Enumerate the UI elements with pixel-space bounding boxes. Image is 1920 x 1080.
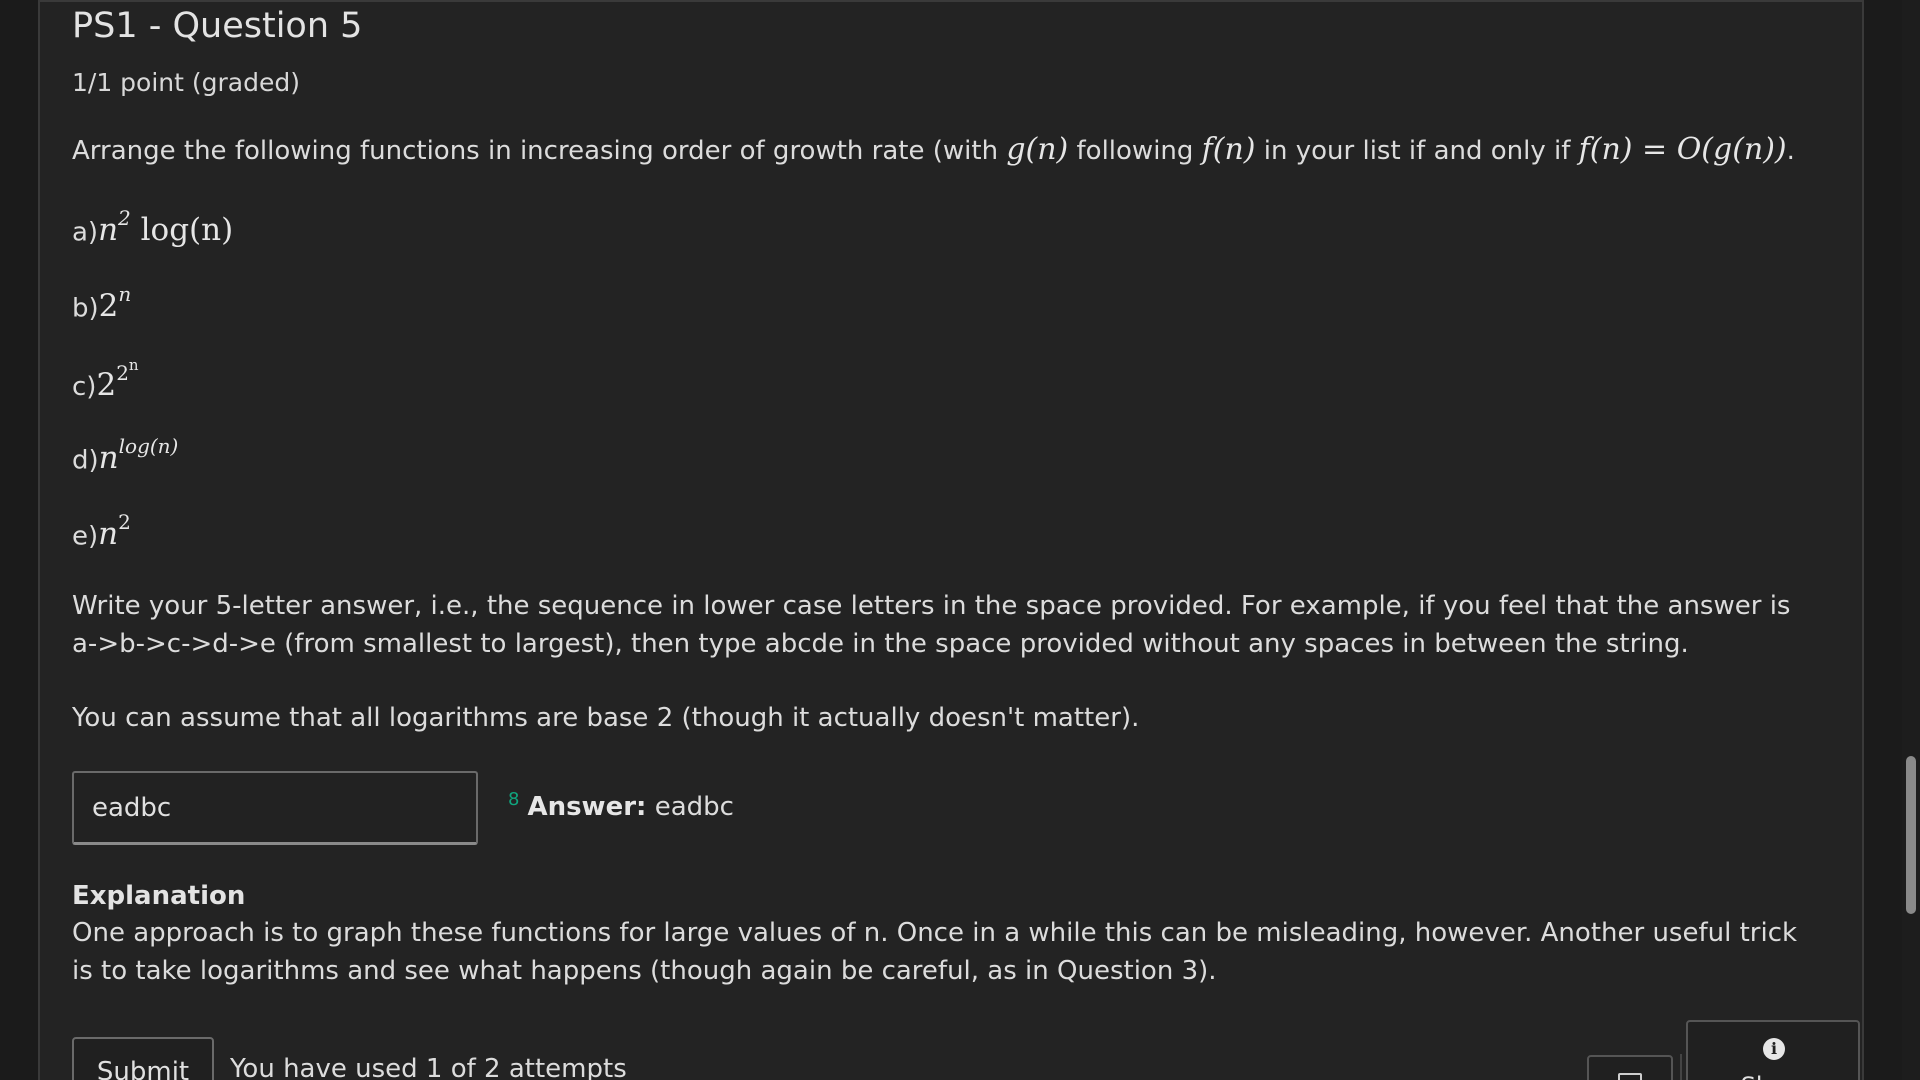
expr-exponent: 2 — [118, 510, 131, 534]
expr-exponent: log(n) — [118, 434, 179, 458]
option-label: c) — [72, 371, 97, 402]
expr-log: log(n) — [130, 212, 234, 249]
correct-answer: 8 Answer: eadbc — [508, 789, 734, 822]
log-base-note: You can assume that all logarithms are b… — [72, 703, 1140, 733]
expr-exponent-base: 2 — [116, 360, 129, 385]
prompt-text-start: Arrange the following functions in incre… — [72, 136, 1007, 166]
answer-label: Answer: — [527, 792, 647, 822]
option-expression: n2 — [98, 510, 131, 553]
explanation-title: Explanation — [72, 881, 246, 911]
option-label: e) — [72, 521, 99, 552]
save-icon — [1618, 1073, 1642, 1080]
answer-value: eadbc — [646, 792, 734, 822]
save-button[interactable] — [1587, 1055, 1673, 1080]
action-divider — [1680, 1054, 1682, 1080]
show-answer-button[interactable]: i Show — [1686, 1020, 1860, 1080]
answer-instructions: Write your 5-letter answer, i.e., the se… — [72, 591, 1791, 659]
prompt-text-end: . — [1786, 136, 1795, 166]
expr-exponent: 2 — [118, 206, 131, 230]
page: PS1 - Question 5 1/1 point (graded) Arra… — [0, 0, 1920, 1080]
option-expression: nlog(n) — [98, 434, 179, 477]
option-e: e)n2 — [72, 510, 131, 553]
problem-prompt: Arrange the following functions in incre… — [72, 132, 1795, 167]
explanation-text: One approach is to graph these functions… — [72, 918, 1798, 986]
problem-title: PS1 - Question 5 — [72, 6, 363, 46]
expr-exponent: n — [118, 282, 132, 306]
submit-button[interactable]: Submit — [72, 1037, 214, 1080]
math-g-of-n: g(n) — [1006, 132, 1069, 167]
expr-nested-exponent: n — [128, 356, 139, 374]
answer-input[interactable] — [72, 771, 478, 845]
expr-base: 2 — [98, 288, 119, 325]
problem-panel: PS1 - Question 5 1/1 point (graded) Arra… — [38, 0, 1864, 1080]
option-a: a)n2 log(n) — [72, 206, 234, 249]
page-scrollbar[interactable] — [1902, 0, 1920, 1080]
expr-base: n — [98, 212, 119, 249]
option-b: b)2n — [72, 282, 132, 325]
option-label: d) — [72, 445, 99, 476]
expr-base: n — [98, 440, 119, 477]
answer-marker: 8 — [508, 789, 520, 810]
math-big-o-relation: f(n) = O(g(n)) — [1578, 132, 1787, 167]
option-d: d)nlog(n) — [72, 434, 179, 477]
prompt-text-mid: following — [1068, 136, 1202, 166]
expr-base: n — [98, 516, 119, 553]
expr-base: 2 — [96, 366, 117, 403]
option-label: b) — [72, 293, 99, 324]
prompt-text-mid2: in your list if and only if — [1255, 136, 1579, 166]
option-label: a) — [72, 217, 99, 248]
option-c: c)22n — [72, 356, 139, 403]
option-expression: 22n — [96, 356, 138, 403]
attempts-status: You have used 1 of 2 attempts — [230, 1054, 627, 1080]
points-status: 1/1 point (graded) — [72, 68, 300, 97]
option-expression: 2n — [98, 282, 132, 325]
show-label: Show — [1688, 1072, 1858, 1080]
option-expression: n2 log(n) — [98, 206, 234, 249]
math-f-of-n: f(n) — [1201, 132, 1256, 167]
scrollbar-thumb[interactable] — [1906, 756, 1916, 914]
expr-exponent: 2n — [116, 356, 138, 385]
info-icon: i — [1763, 1038, 1785, 1060]
